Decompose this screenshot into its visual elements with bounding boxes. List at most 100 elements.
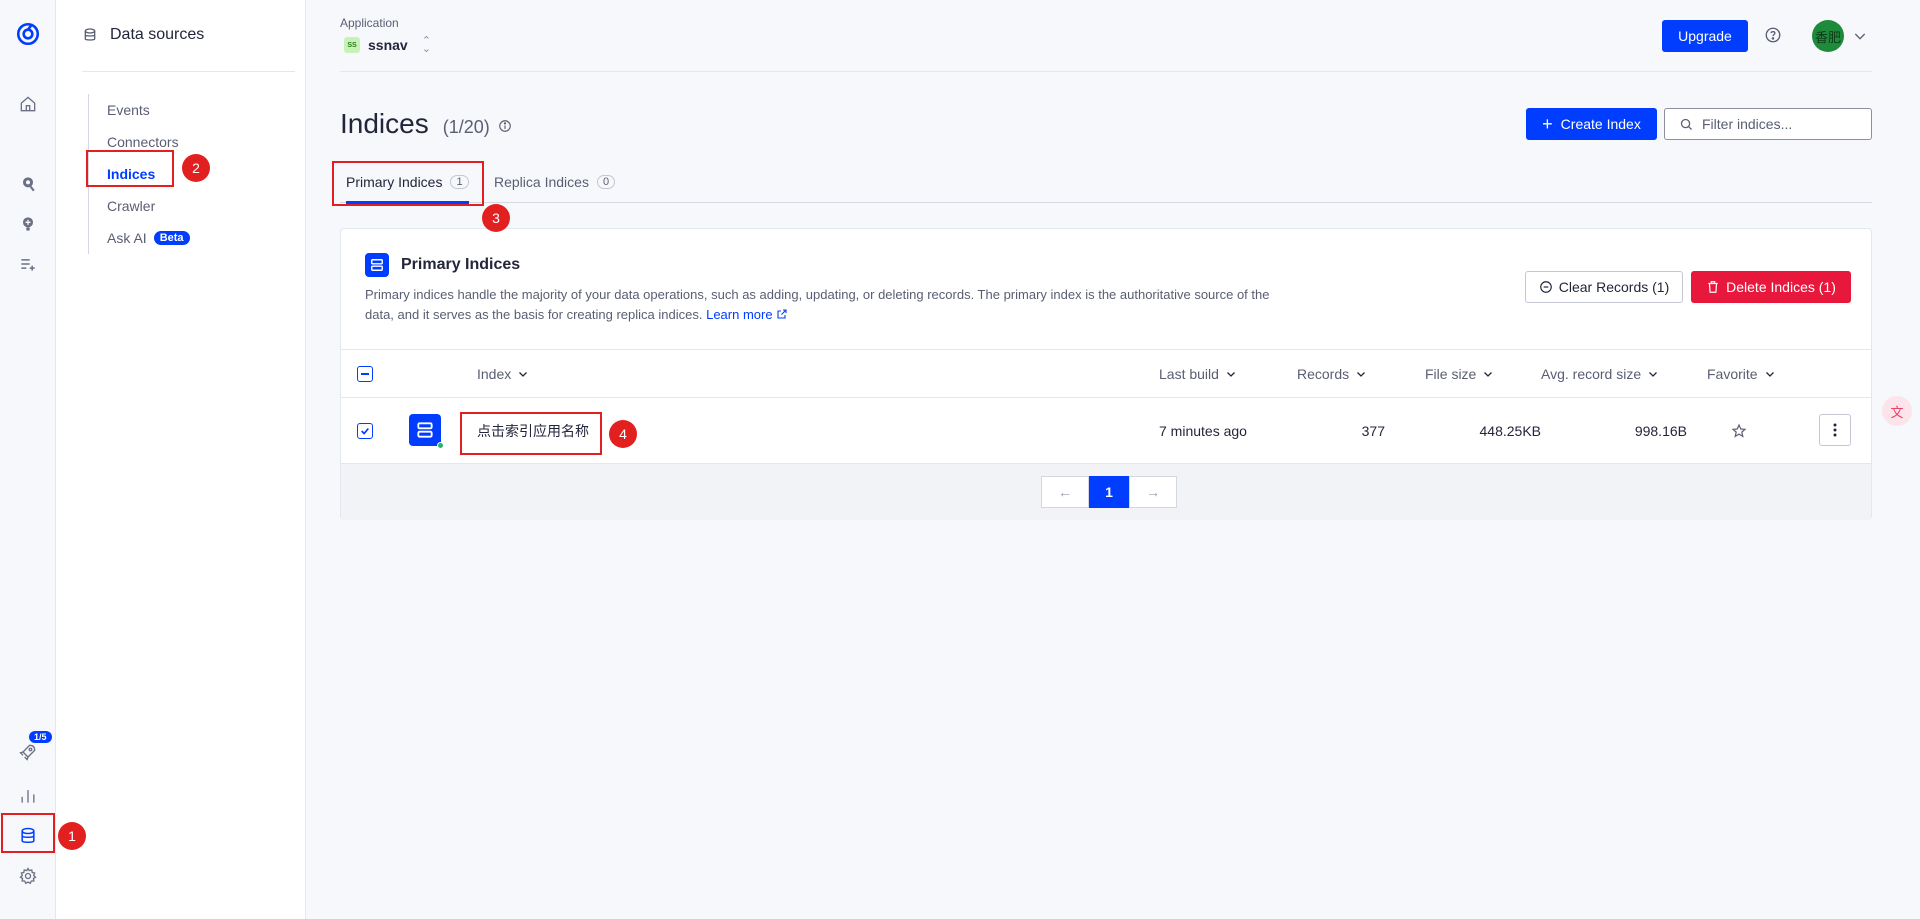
bar-chart-icon[interactable] <box>14 782 42 810</box>
beta-badge: Beta <box>153 231 190 245</box>
check-icon <box>361 427 369 435</box>
learn-more-link[interactable]: Learn more <box>706 307 788 322</box>
app-chip: SS <box>344 37 360 53</box>
search-icon <box>1680 118 1692 130</box>
annotation-badge-2: 2 <box>182 154 210 182</box>
home-icon[interactable] <box>14 90 42 118</box>
column-index[interactable]: Index <box>477 350 529 398</box>
pagination: ← 1 → <box>1041 476 1177 508</box>
help-icon[interactable] <box>1764 26 1782 44</box>
external-link-icon <box>777 309 787 319</box>
chevron-up-down-icon: ⌃ ⌄ <box>421 35 431 55</box>
indeterminate-mark <box>361 373 369 375</box>
trash-icon <box>1708 281 1718 293</box>
annotation-box-4 <box>460 412 602 455</box>
app-switcher[interactable]: SS ssnav ⌃ ⌄ <box>344 35 431 55</box>
column-records[interactable]: Records <box>1297 350 1367 398</box>
onboarding-progress-badge: 1/5 <box>29 731 52 743</box>
chevron-down-icon <box>1765 372 1774 377</box>
chevron-down-icon <box>1649 372 1658 377</box>
favorite-toggle[interactable] <box>1731 398 1747 464</box>
previous-page-button[interactable]: ← <box>1041 476 1089 508</box>
column-file-size[interactable]: File size <box>1425 350 1494 398</box>
chevron-down-icon <box>1226 372 1235 377</box>
list-add-icon[interactable] <box>14 250 42 278</box>
annotation-box-2 <box>86 150 174 187</box>
translate-icon[interactable]: 文 <box>1882 396 1912 426</box>
delete-indices-button[interactable]: Delete Indices (1) <box>1691 271 1851 303</box>
sidebar-item-label: Connectors <box>107 134 179 150</box>
chevron-down-icon <box>1484 372 1493 377</box>
page-button-current[interactable]: 1 <box>1089 476 1129 508</box>
data-sources-sidebar: Data sources Events Connectors Indices C… <box>56 0 306 919</box>
info-icon[interactable] <box>498 119 512 133</box>
row-checkbox[interactable] <box>357 423 373 439</box>
card-description: Primary indices handle the majority of y… <box>365 285 1285 325</box>
upgrade-button[interactable]: Upgrade <box>1662 20 1748 52</box>
clear-records-button[interactable]: Clear Records (1) <box>1525 271 1683 303</box>
minus-circle-icon <box>1539 281 1552 293</box>
database-icon <box>84 28 96 41</box>
sidebar-item-label: Crawler <box>107 198 156 214</box>
row-actions-button[interactable] <box>1819 414 1851 446</box>
sidebar-item-crawler[interactable]: Crawler <box>89 190 288 222</box>
sidebar-header: Data sources <box>82 26 204 44</box>
table-header: Index Last build Records File size Avg. … <box>341 349 1871 398</box>
gear-icon[interactable] <box>14 862 42 890</box>
top-bar: Application SS ssnav ⌃ ⌄ Upgrade 香肥 <box>340 0 1872 72</box>
last-build-cell: 7 minutes ago <box>1159 423 1247 439</box>
card-title: Primary Indices <box>401 256 521 273</box>
chevron-down-icon <box>1357 372 1366 377</box>
column-avg-record-size[interactable]: Avg. record size <box>1541 350 1659 398</box>
server-stack-icon <box>365 253 389 277</box>
search-icon[interactable] <box>14 170 42 198</box>
create-index-button[interactable]: + Create Index <box>1526 108 1657 140</box>
tab-replica-indices[interactable]: Replica Indices 0 <box>494 160 616 203</box>
sidebar-item-label: Events <box>107 102 150 118</box>
primary-indices-card: Primary Indices Primary indices handle t… <box>340 228 1872 520</box>
column-label: File size <box>1425 366 1477 382</box>
card-header: Primary Indices <box>365 253 520 277</box>
tab-count: 0 <box>596 174 616 189</box>
card-description-text: Primary indices handle the majority of y… <box>365 287 1270 322</box>
index-status-dot <box>437 442 444 449</box>
column-favorite[interactable]: Favorite <box>1707 350 1776 398</box>
arrow-left-icon: ← <box>1058 484 1072 500</box>
annotation-badge-3: 3 <box>482 204 510 232</box>
sidebar-item-ask-ai[interactable]: Ask AI Beta <box>89 222 288 254</box>
next-page-button[interactable]: → <box>1129 476 1177 508</box>
index-tabs: Primary Indices 1 Replica Indices 0 <box>340 160 1872 204</box>
filter-indices-input[interactable] <box>1702 116 1862 132</box>
bulb-icon[interactable] <box>14 210 42 238</box>
clear-records-label: Clear Records (1) <box>1558 279 1670 295</box>
annotation-box-3 <box>332 161 484 206</box>
star-icon <box>1731 423 1747 438</box>
tab-label: Replica Indices <box>494 173 589 190</box>
column-label: Index <box>477 366 512 382</box>
sidebar-item-events[interactable]: Events <box>89 94 288 126</box>
sidebar-divider <box>82 71 295 72</box>
annotation-box-1 <box>1 813 55 853</box>
filter-indices-field[interactable] <box>1664 108 1872 140</box>
avg-record-size-cell: 998.16B <box>1634 423 1687 439</box>
index-quota-count: (1/20) <box>442 117 490 137</box>
arrow-right-icon: → <box>1146 484 1160 500</box>
select-all-checkbox[interactable] <box>357 366 373 382</box>
column-label: Records <box>1297 366 1350 382</box>
column-last-build[interactable]: Last build <box>1159 350 1237 398</box>
delete-indices-label: Delete Indices (1) <box>1726 279 1836 295</box>
kebab-menu-icon <box>1833 423 1837 437</box>
app-name: ssnav <box>368 37 408 53</box>
chevron-down-icon[interactable] <box>1852 28 1868 44</box>
icon-rail: 1/5 <box>0 0 56 919</box>
index-icon <box>409 414 441 446</box>
annotation-badge-4: 4 <box>609 420 637 448</box>
page-title: Indices <box>340 108 429 139</box>
algolia-logo-icon[interactable] <box>14 20 42 48</box>
avatar[interactable]: 香肥 <box>1812 20 1844 52</box>
column-label: Favorite <box>1707 366 1758 382</box>
create-index-label: Create Index <box>1560 116 1641 132</box>
records-cell: 377 <box>1361 423 1385 439</box>
file-size-cell: 448.25KB <box>1479 423 1542 439</box>
app-label: Application <box>340 16 399 30</box>
